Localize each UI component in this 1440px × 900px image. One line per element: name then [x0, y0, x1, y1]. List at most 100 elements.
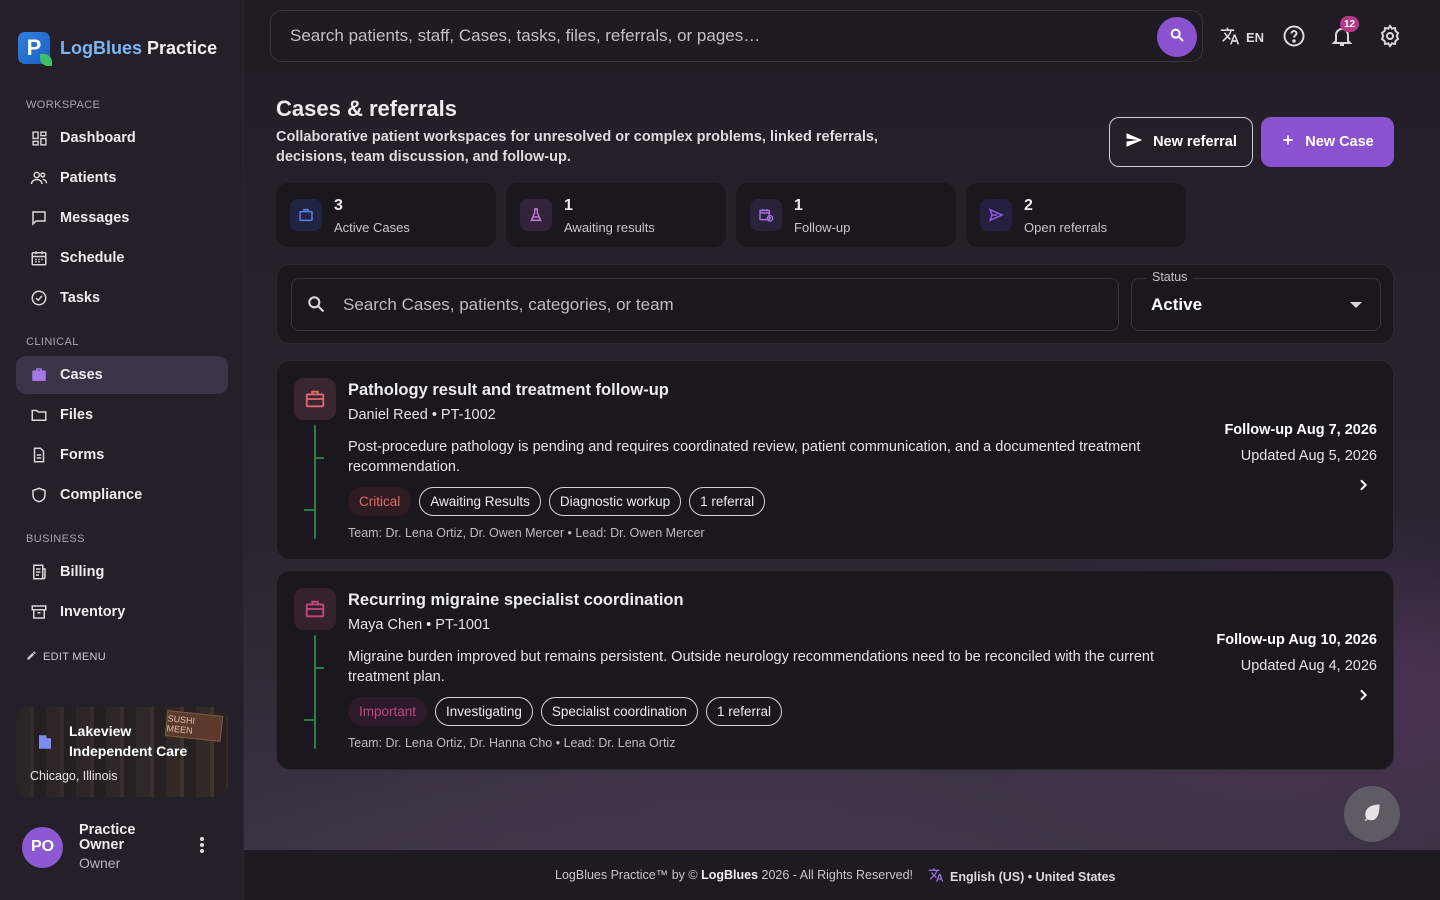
help-icon[interactable]	[1282, 24, 1306, 48]
stat-value: 3	[334, 197, 343, 214]
brand-name-part2: Practice	[147, 37, 218, 58]
translate-icon	[928, 867, 944, 886]
assistant-button[interactable]	[1344, 786, 1400, 842]
sidebar-item-compliance[interactable]: Compliance	[16, 476, 228, 514]
new-case-button[interactable]: New Case	[1261, 117, 1394, 167]
section-label-clinical: CLINICAL	[26, 336, 79, 348]
stat-open-referrals[interactable]: 2 Open referrals	[966, 183, 1186, 247]
new-referral-button[interactable]: New referral	[1109, 117, 1253, 167]
send-icon	[1125, 131, 1143, 153]
case-follow-up: Follow-up Aug 10, 2026	[1216, 632, 1377, 648]
chevron-right-icon[interactable]	[1355, 477, 1371, 493]
sidebar-item-label: Tasks	[60, 290, 101, 306]
status-value: Active	[1151, 295, 1203, 314]
pencil-icon	[26, 650, 37, 664]
sidebar-item-label: Dashboard	[60, 130, 136, 146]
sidebar-item-patients[interactable]: Patients	[16, 159, 228, 197]
stat-label: Awaiting results	[564, 220, 655, 235]
status-select[interactable]: Status Active	[1131, 270, 1381, 331]
briefcase-icon	[30, 366, 48, 384]
chevron-down-icon	[1350, 302, 1362, 308]
footer-copy-prefix: LogBlues Practice™ by ©	[555, 868, 698, 882]
sidebar-item-billing[interactable]: Billing	[16, 553, 228, 591]
avatar: PO	[22, 826, 63, 868]
chevron-right-icon[interactable]	[1355, 687, 1371, 703]
case-search-input[interactable]	[343, 279, 1103, 330]
global-search	[270, 10, 1203, 62]
user-info: Practice Owner Owner	[79, 823, 159, 872]
user-role: Owner	[79, 855, 121, 871]
tag: Diagnostic workup	[548, 487, 682, 516]
notification-badge: 12	[1340, 16, 1360, 32]
plus-icon	[1281, 133, 1295, 151]
sidebar-item-label: Billing	[60, 564, 105, 580]
stat-value: 2	[1024, 197, 1033, 214]
case-team: Team: Dr. Lena Ortiz, Dr. Owen Mercer • …	[348, 526, 705, 540]
sidebar-item-dashboard[interactable]: Dashboard	[16, 119, 228, 157]
section-label-workspace: WORKSPACE	[26, 99, 101, 111]
filter-panel: Status Active	[276, 264, 1394, 344]
flask-icon	[520, 199, 552, 231]
briefcase-icon	[290, 199, 322, 231]
language-button[interactable]: EN	[1220, 26, 1264, 49]
sidebar-item-schedule[interactable]: Schedule	[16, 239, 228, 277]
gear-icon[interactable]	[1378, 24, 1402, 48]
sidebar-item-tasks[interactable]: Tasks	[16, 279, 228, 317]
sidebar: P LogBlues Practice WORKSPACE Dashboard …	[0, 0, 244, 900]
tag: Awaiting Results	[419, 487, 541, 516]
sidebar-item-messages[interactable]: Messages	[16, 199, 228, 237]
sidebar-item-inventory[interactable]: Inventory	[16, 593, 228, 631]
main-content: Cases & referrals Collaborative patient …	[244, 72, 1440, 850]
global-search-input[interactable]	[290, 11, 1150, 61]
tag: Specialist coordination	[540, 697, 698, 726]
case-updated: Updated Aug 4, 2026	[1240, 658, 1377, 674]
calendar-icon	[30, 249, 48, 267]
stat-value: 1	[794, 197, 803, 214]
leaf-icon	[1362, 802, 1382, 827]
more-options-icon[interactable]	[194, 835, 210, 855]
send-icon	[980, 199, 1012, 231]
footer-locale: English (US) • United States	[950, 869, 1116, 884]
dashboard-icon	[30, 129, 48, 147]
case-patient: Daniel Reed • PT-1002	[348, 407, 496, 423]
case-card[interactable]: Pathology result and treatment follow-up…	[276, 360, 1394, 560]
stat-label: Active Cases	[334, 220, 410, 235]
case-card[interactable]: Recurring migraine specialist coordinati…	[276, 570, 1394, 770]
section-label-business: BUSINESS	[26, 533, 85, 545]
page-title: Cases & referrals	[276, 96, 458, 121]
clinic-card[interactable]: SUSHI MEEN Lakeview Independent Care Chi…	[16, 707, 228, 797]
footer-language-button[interactable]: English (US) • United States	[928, 867, 1116, 886]
page-subtitle: Collaborative patient workspaces for unr…	[276, 129, 878, 165]
stat-follow-up[interactable]: 1 Follow-up	[736, 183, 956, 247]
tag: Investigating	[435, 697, 533, 726]
stat-awaiting-results[interactable]: 1 Awaiting results	[506, 183, 726, 247]
briefcase-icon	[294, 378, 336, 420]
sidebar-item-forms[interactable]: Forms	[16, 436, 228, 474]
case-team: Team: Dr. Lena Ortiz, Dr. Hanna Cho • Le…	[348, 736, 676, 750]
brand-name-part1: LogBlues	[60, 37, 143, 58]
brand[interactable]: P LogBlues Practice	[18, 32, 218, 66]
clinic-name: Lakeview Independent Care	[69, 723, 188, 759]
stat-active-cases[interactable]: 3 Active Cases	[276, 183, 496, 247]
footer-brand: LogBlues	[701, 868, 759, 882]
stat-label: Open referrals	[1024, 220, 1108, 235]
tag: 1 referral	[689, 487, 766, 516]
tag: 1 referral	[705, 697, 782, 726]
topbar: EN 12	[244, 0, 1440, 72]
case-patient: Maya Chen • PT-1001	[348, 617, 491, 633]
edit-menu-button[interactable]: EDIT MENU	[26, 650, 106, 664]
sidebar-item-label: Forms	[60, 447, 105, 463]
sidebar-item-label: Inventory	[60, 604, 126, 620]
search-icon	[306, 294, 326, 314]
receipt-icon	[30, 563, 48, 581]
priority-badge: Important	[348, 697, 428, 726]
user-profile[interactable]: PO Practice Owner Owner	[22, 823, 222, 871]
sidebar-item-cases[interactable]: Cases	[16, 356, 228, 394]
sidebar-item-files[interactable]: Files	[16, 396, 228, 434]
chat-icon	[30, 209, 48, 227]
document-icon	[30, 446, 48, 464]
case-description: Migraine burden improved but remains per…	[348, 649, 1154, 685]
stat-label: Follow-up	[794, 220, 851, 235]
search-button[interactable]	[1157, 17, 1197, 57]
briefcase-icon	[294, 588, 336, 630]
